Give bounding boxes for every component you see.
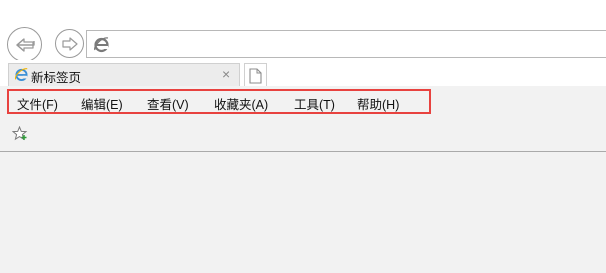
menu-item-favorites[interactable]: 收藏夹(A): [214, 94, 268, 113]
tab-close-button[interactable]: ×: [222, 66, 230, 82]
menu-item-file[interactable]: 文件(F): [17, 94, 58, 113]
add-favorite-star-icon[interactable]: [12, 126, 29, 141]
menu-item-edit[interactable]: 编辑(E): [81, 94, 123, 113]
new-tab-button[interactable]: [244, 63, 267, 86]
content-area: [0, 86, 606, 273]
forward-arrow-icon: [61, 36, 78, 51]
menu-bar: 文件(F) 编辑(E) 查看(V) 收藏夹(A) 工具(T) 帮助(H): [7, 89, 431, 114]
tab-new-tab[interactable]: 新标签页 ×: [8, 63, 240, 86]
tab-strip: 新标签页 ×: [0, 60, 606, 86]
menu-item-tools[interactable]: 工具(T): [294, 94, 335, 113]
toolbar-divider: [0, 151, 606, 152]
menu-item-view[interactable]: 查看(V): [147, 94, 189, 113]
ie-logo-icon: [15, 68, 28, 81]
address-row: [0, 0, 606, 62]
ie-logo-icon: [94, 37, 109, 53]
menu-item-help[interactable]: 帮助(H): [357, 94, 399, 113]
address-bar[interactable]: [86, 30, 606, 58]
forward-button[interactable]: [55, 29, 84, 58]
new-tab-icon: [249, 68, 262, 84]
tab-title: 新标签页: [31, 71, 82, 85]
back-arrow-icon: [15, 37, 35, 52]
back-button[interactable]: [7, 27, 42, 62]
